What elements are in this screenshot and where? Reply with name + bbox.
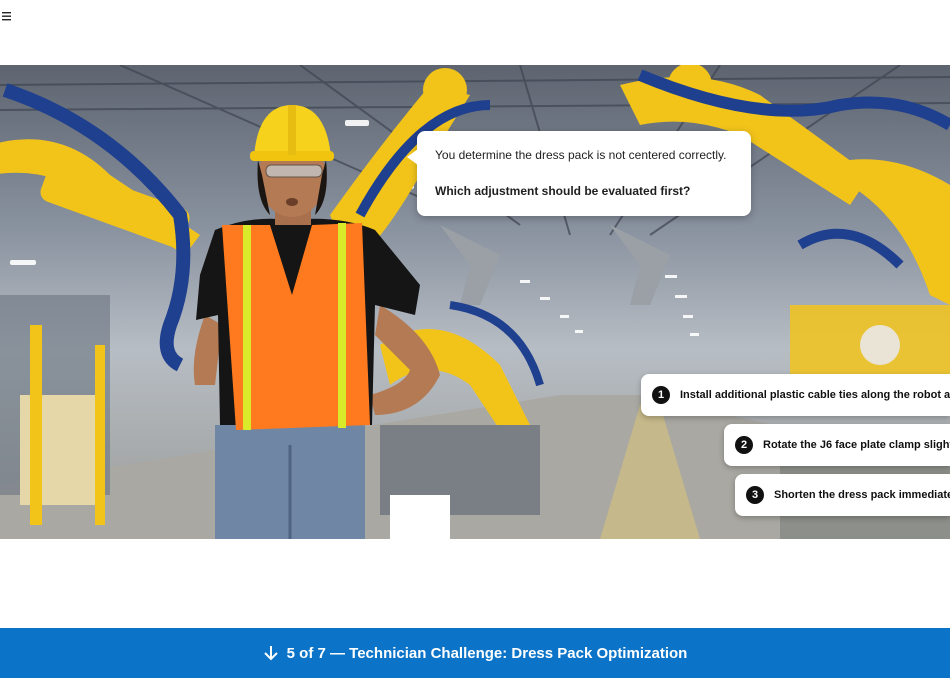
answer-option-1[interactable]: 1 Install additional plastic cable ties … xyxy=(641,374,950,416)
bubble-question: Which adjustment should be evaluated fir… xyxy=(435,184,691,198)
hamburger-menu-button[interactable] xyxy=(0,7,14,25)
answer-option-2[interactable]: 2 Rotate the J6 face plate clamp slightl… xyxy=(724,424,950,466)
factory-scene: You determine the dress pack is not cent… xyxy=(0,65,950,539)
option-label: Shorten the dress pack immediately xyxy=(774,489,950,501)
option-label: Rotate the J6 face plate clamp slightly xyxy=(763,439,950,451)
option-number-badge: 2 xyxy=(735,436,753,454)
option-number-badge: 3 xyxy=(746,486,764,504)
speech-bubble: You determine the dress pack is not cent… xyxy=(407,131,751,216)
course-page: You determine the dress pack is not cent… xyxy=(0,0,950,678)
option-number-badge: 1 xyxy=(652,386,670,404)
answer-option-3[interactable]: 3 Shorten the dress pack immediately xyxy=(735,474,950,516)
bubble-statement: You determine the dress pack is not cent… xyxy=(435,148,727,162)
arrow-down-icon xyxy=(263,644,279,662)
option-label: Install additional plastic cable ties al… xyxy=(680,389,950,401)
hamburger-menu-icon xyxy=(2,12,11,21)
nav-label: 5 of 7 — Technician Challenge: Dress Pac… xyxy=(286,644,688,662)
next-section-button[interactable]: 5 of 7 — Technician Challenge: Dress Pac… xyxy=(0,628,950,678)
